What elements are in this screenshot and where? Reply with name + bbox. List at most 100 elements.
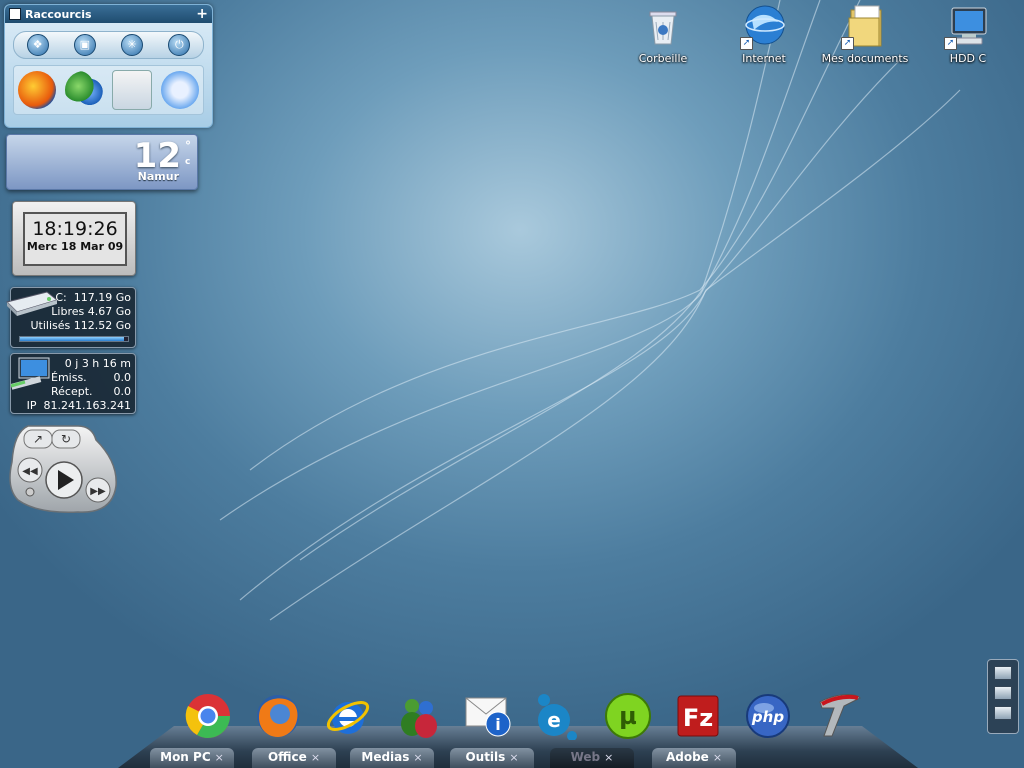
utorrent-icon[interactable]: µ <box>604 692 652 740</box>
stop-button[interactable] <box>25 487 35 497</box>
weather-city: Namur <box>137 170 179 183</box>
shortcut-apps <box>13 65 204 115</box>
shortcuts-gadget: Raccourcis + ❖ ▣ ✳ ⏻ <box>4 4 213 128</box>
network-sent-label: Émiss. <box>51 371 87 384</box>
svg-text:↗: ↗ <box>33 432 43 446</box>
ie-icon[interactable] <box>324 692 372 740</box>
network-icon <box>10 357 50 390</box>
network-sent-row: Émiss. 0.0 <box>51 371 131 384</box>
desktop-icon-label: Corbeille <box>638 52 688 65</box>
network-ip-row: IP 81.241.163.241 <box>27 399 131 412</box>
teamspeak-icon[interactable] <box>814 692 862 740</box>
svg-text:php: php <box>751 708 784 726</box>
desktop-icon-internet[interactable]: ➚ Internet <box>719 4 809 65</box>
temperature-degree: ° c <box>185 139 191 167</box>
system-tray <box>987 659 1019 734</box>
weather-gadget: 12 ° c Namur <box>6 134 198 190</box>
messenger-icon[interactable] <box>65 71 104 109</box>
shortcut-bar: ❖ ▣ ✳ ⏻ <box>13 31 204 59</box>
dock-apps: i e µ Fz php <box>180 692 870 742</box>
computer-icon: ➚ <box>944 4 990 50</box>
tab-outils[interactable]: Outils × <box>450 748 534 768</box>
settings-icon[interactable]: ✳ <box>121 34 144 56</box>
itunes-icon[interactable] <box>160 71 199 109</box>
tray-keyboard-icon[interactable] <box>994 686 1012 700</box>
disk-gadget: C: 117.19 Go Libres 4.67 Go Utilisés 112… <box>6 287 136 348</box>
desktop-icon-label: Internet <box>742 52 786 65</box>
tab-label: Adobe <box>665 750 709 764</box>
desktop-icon-trash[interactable]: Corbeille <box>618 4 708 65</box>
svg-text:µ: µ <box>619 702 637 730</box>
internet-icon: ➚ <box>740 4 786 50</box>
disk-used-label: Utilisés <box>30 319 71 332</box>
firefox-icon[interactable] <box>254 692 302 740</box>
svg-text:e: e <box>547 708 561 732</box>
chrome-icon[interactable] <box>184 692 232 740</box>
shuffle-button[interactable]: ↗ <box>23 429 53 449</box>
tab-close-button[interactable]: × <box>215 751 224 764</box>
tab-adobe[interactable]: Adobe × <box>652 748 736 768</box>
clock-date: Merc 18 Mar 09 <box>26 240 124 253</box>
disk-free: 4.67 Go <box>87 305 131 318</box>
disk-drive: C: <box>55 291 67 304</box>
tab-close-button[interactable]: × <box>604 751 613 764</box>
clock-time: 18:19:26 <box>32 218 118 240</box>
add-shortcut-button[interactable]: + <box>196 7 208 21</box>
emule-icon[interactable]: e <box>534 692 582 741</box>
tab-label: Medias <box>361 750 410 764</box>
network-recv-row: Récept. 0.0 <box>51 385 131 398</box>
gadget-icon <box>9 8 21 20</box>
rewind-button[interactable]: ◀◀ <box>17 457 43 483</box>
tab-close-button[interactable]: × <box>413 751 422 764</box>
network-recv: 0.0 <box>113 385 132 398</box>
power-icon[interactable]: ⏻ <box>168 34 191 56</box>
trash-icon <box>641 4 685 48</box>
desktop-icon-label: HDD C <box>949 52 987 65</box>
tab-label: Web <box>570 750 601 764</box>
network-ip: 81.241.163.241 <box>43 399 131 412</box>
tab-office[interactable]: Office × <box>252 748 336 768</box>
desktop-icon-hdd[interactable]: ➚ HDD C <box>923 4 1013 65</box>
network-ip-label: IP <box>26 399 37 412</box>
php-icon[interactable]: php <box>744 692 792 740</box>
tab-label: Office <box>267 750 307 764</box>
play-button[interactable] <box>45 461 83 499</box>
svg-text:Fz: Fz <box>683 704 713 732</box>
fast-forward-button[interactable]: ▶▶ <box>85 477 111 503</box>
windows-explorer-icon[interactable] <box>111 70 152 110</box>
tray-display-icon[interactable] <box>994 666 1012 680</box>
network-recv-label: Récept. <box>51 385 93 398</box>
tray-device-icon[interactable] <box>994 706 1012 720</box>
tab-web[interactable]: Web × <box>550 748 634 768</box>
messenger-icon[interactable] <box>394 692 442 740</box>
shortcut-arrow-icon: ➚ <box>944 37 957 50</box>
tab-label: Outils <box>465 750 506 764</box>
disk-free-label: Libres <box>51 305 85 318</box>
tab-close-button[interactable]: × <box>509 751 518 764</box>
disk-total-row: C: 117.19 Go <box>55 291 131 304</box>
tab-close-button[interactable]: × <box>713 751 722 764</box>
tab-medias[interactable]: Medias × <box>350 748 434 768</box>
svg-text:◀◀: ◀◀ <box>22 466 38 477</box>
tab-mon-pc[interactable]: Mon PC × <box>150 748 234 768</box>
disk-total: 117.19 Go <box>73 291 131 304</box>
shortcut-arrow-icon: ➚ <box>841 37 854 50</box>
network-gadget: 0 j 3 h 16 m Émiss. 0.0 Récept. 0.0 IP 81.… <box>10 353 136 414</box>
media-player-gadget: ↗ ↻ ◀◀ ▶▶ <box>8 422 120 516</box>
shortcut-arrow-icon: ➚ <box>740 37 753 50</box>
temperature-unit: c <box>185 157 191 167</box>
windows-orb-icon[interactable]: ❖ <box>26 34 49 56</box>
firefox-icon[interactable] <box>18 71 57 109</box>
mail-icon[interactable]: i <box>464 692 512 740</box>
disk-usage-fill <box>20 337 124 341</box>
repeat-button[interactable]: ↻ <box>51 429 81 449</box>
tab-close-button[interactable]: × <box>311 751 320 764</box>
svg-text:↻: ↻ <box>61 432 71 446</box>
disk-used-row: Utilisés 112.52 Go <box>30 319 131 332</box>
network-uptime: 0 j 3 h 16 m <box>64 357 131 370</box>
dock-tabs: Mon PC × Office × Medias × Outils × Web × Ado… <box>150 748 750 768</box>
desktop-icon-documents[interactable]: ➚ Mes documents <box>820 4 910 65</box>
display-settings-icon[interactable]: ▣ <box>73 34 96 56</box>
filezilla-icon[interactable]: Fz <box>674 692 722 740</box>
disk-used: 112.52 Go <box>73 319 131 332</box>
